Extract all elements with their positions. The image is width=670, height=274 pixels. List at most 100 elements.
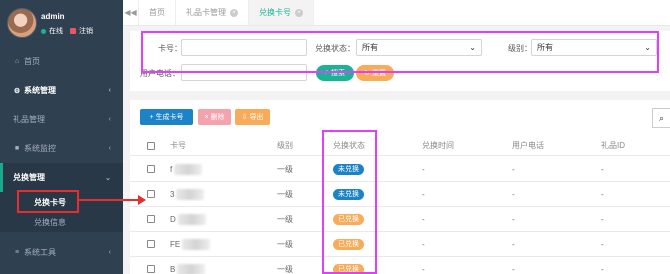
table-row[interactable]: FE 一级 已兑换 - - -	[130, 232, 670, 257]
logout-link[interactable]: 注销	[79, 26, 93, 36]
username[interactable]: admin	[41, 12, 65, 21]
sidebar-item-system-tools[interactable]: ≡ 系统工具 ‹	[0, 238, 123, 267]
sidebar-item-redeem-management[interactable]: 兑换管理 ⌄	[0, 163, 123, 192]
cell-phone: -	[512, 164, 515, 174]
home-icon: ⌂	[14, 58, 20, 65]
logout-icon[interactable]	[70, 28, 76, 34]
sidebar-subitem-label: 兑换信息	[34, 217, 66, 227]
highlight-box-red	[17, 190, 79, 213]
app-root: admin 在线 注销 ⌂ 首页 ⚙ 系统管理 ‹ 礼品管理 ‹ ■ 系统监控 …	[0, 0, 670, 274]
avatar[interactable]	[7, 8, 37, 38]
delete-label: 删除	[210, 114, 225, 121]
cell-card: D	[170, 207, 206, 231]
cell-phone: -	[512, 239, 515, 249]
list-icon: ≡	[14, 249, 20, 256]
sidebar-item-label: 系统工具	[24, 248, 56, 257]
cell-gift-id: -	[601, 264, 604, 274]
tab-bar: ◀◀ 首页 礼品卡管理 × 兑换卡号 ×	[123, 0, 670, 26]
cell-phone: -	[512, 189, 515, 199]
video-icon: ■	[14, 145, 20, 152]
tab-label: 礼品卡管理	[186, 8, 226, 17]
card-number-text: D	[170, 214, 176, 224]
table-row[interactable]: B 一级 已兑换 - - -	[130, 257, 670, 274]
cell-level: 一级	[277, 239, 293, 249]
row-checkbox[interactable]	[147, 157, 155, 181]
chevron-down-icon: ⌄	[105, 174, 111, 182]
sidebar-item-gift-management[interactable]: 礼品管理 ‹	[0, 105, 123, 134]
sidebar-item-system-monitor[interactable]: ■ 系统监控 ‹	[0, 134, 123, 163]
cell-gift-id: -	[601, 239, 604, 249]
annotation-arrow-line	[79, 199, 139, 201]
column-header-card[interactable]: 卡号	[170, 136, 186, 155]
cell-time: -	[422, 189, 425, 199]
select-all-checkbox[interactable]	[147, 136, 155, 155]
table-header: 卡号 级别 兑换状态 兑换时间 用户电话 礼品ID	[130, 136, 670, 156]
sidebar-subitem-redeem-info[interactable]: 兑换信息	[0, 212, 123, 232]
online-dot-icon	[41, 28, 46, 34]
table-row[interactable]: D 一级 已兑换 - - -	[130, 207, 670, 232]
export-button[interactable]: ⇩ 导出	[235, 109, 270, 125]
delete-button[interactable]: × 删除	[198, 109, 231, 125]
close-icon[interactable]: ×	[295, 8, 303, 17]
plus-icon: +	[149, 113, 154, 121]
cell-card: FE	[170, 232, 211, 256]
cell-card: f	[170, 157, 203, 181]
cell-time: -	[422, 214, 425, 224]
cell-level: 一级	[277, 264, 293, 274]
annotation-arrow-head-icon	[138, 195, 146, 205]
chevron-left-icon: ‹	[108, 87, 111, 94]
export-label: 导出	[249, 114, 264, 121]
close-icon: ×	[204, 113, 209, 121]
search-panel: 卡号： 兑换状态： 所有 ⌄ 级别： 所有 ⌄ 用户电话： ⌕ 搜索 ↻ 重置	[130, 31, 670, 91]
column-header-gift-id[interactable]: 礼品ID	[601, 136, 625, 155]
row-checkbox[interactable]	[147, 182, 155, 206]
redacted-blur	[177, 213, 206, 225]
table-row[interactable]: f 一级 未兑换 - - -	[130, 157, 670, 182]
redacted-blur	[177, 263, 206, 274]
redacted-blur	[174, 163, 203, 175]
tab-label: 兑换卡号	[259, 8, 291, 17]
sidebar-item-system-management[interactable]: ⚙ 系统管理 ‹	[0, 76, 123, 105]
user-profile: admin 在线 注销	[0, 0, 123, 47]
tab-card-numbers[interactable]: 兑换卡号 ×	[249, 0, 314, 25]
create-card-label: 生成卡号	[155, 114, 184, 121]
cell-time: -	[422, 264, 425, 274]
column-header-phone[interactable]: 用户电话	[512, 136, 544, 155]
user-status: 在线 注销	[41, 26, 93, 36]
close-icon[interactable]: ×	[230, 8, 238, 17]
sidebar-item-label: 兑换管理	[13, 173, 45, 182]
redacted-blur	[182, 238, 211, 250]
row-checkbox[interactable]	[147, 207, 155, 231]
row-checkbox[interactable]	[147, 232, 155, 256]
table-row[interactable]: 3 一级 未兑换 - - -	[130, 182, 670, 207]
column-header-level[interactable]: 级别	[277, 136, 293, 155]
cell-level: 一级	[277, 189, 293, 199]
table-panel: + 生成卡号 × 删除 ⇩ 导出 ⌕ 卡号 级别 兑换状态 兑换时间 用户电话 …	[130, 100, 670, 274]
sidebar-item-home[interactable]: ⌂ 首页	[0, 47, 123, 76]
column-header-time[interactable]: 兑换时间	[422, 136, 454, 155]
cell-level: 一级	[277, 164, 293, 174]
double-chevron-left-icon[interactable]: ◀◀	[123, 0, 139, 25]
cell-gift-id: -	[601, 214, 604, 224]
tab-gift-card-management[interactable]: 礼品卡管理 ×	[176, 0, 249, 25]
cell-card: B	[170, 257, 206, 274]
tab-label: 首页	[149, 8, 165, 17]
gear-icon: ⚙	[13, 87, 21, 95]
cell-gift-id: -	[601, 189, 604, 199]
chevron-left-icon: ‹	[108, 116, 111, 123]
search-icon[interactable]: ⌕	[652, 108, 670, 128]
cell-card: 3	[170, 182, 205, 206]
cell-phone: -	[512, 214, 515, 224]
highlight-box-magenta-status	[322, 130, 377, 274]
download-icon: ⇩	[241, 114, 248, 121]
sidebar: admin 在线 注销 ⌂ 首页 ⚙ 系统管理 ‹ 礼品管理 ‹ ■ 系统监控 …	[0, 0, 123, 274]
sidebar-item-label: 礼品管理	[13, 115, 45, 124]
chevron-left-icon: ‹	[108, 145, 111, 152]
row-checkbox[interactable]	[147, 257, 155, 274]
tab-home[interactable]: 首页	[139, 0, 176, 25]
redacted-blur	[176, 188, 205, 200]
create-card-button[interactable]: + 生成卡号	[140, 109, 193, 125]
chevron-left-icon: ‹	[108, 249, 111, 256]
cell-time: -	[422, 164, 425, 174]
sidebar-item-label: 系统监控	[24, 144, 56, 153]
